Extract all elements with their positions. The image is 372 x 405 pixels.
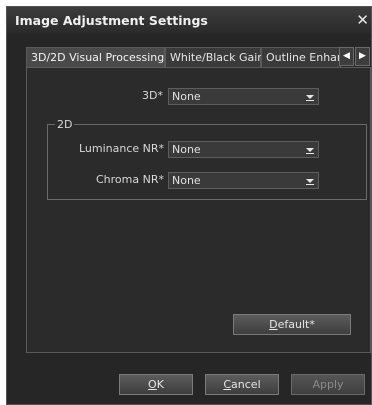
tab-label: White/Black Gain (170, 51, 265, 64)
luminance-nr-label: Luminance NR* (78, 142, 164, 155)
title-bar: Image Adjustment Settings ✕ (7, 7, 371, 34)
3d-select-value: None (172, 90, 201, 103)
chroma-nr-select[interactable]: None (168, 172, 319, 189)
apply-label: Apply (312, 378, 344, 391)
default-mnemonic: D (269, 318, 278, 331)
chroma-nr-label: Chroma NR* (96, 173, 164, 186)
tab-panel: 3D* None 2D Luminance NR* None Chroma NR… (26, 67, 371, 353)
ok-mnemonic: O (148, 378, 157, 391)
ok-button[interactable]: OK (119, 374, 193, 395)
tab-outline-enhance[interactable]: Outline Enhan (261, 47, 341, 67)
2d-group: 2D Luminance NR* None Chroma NR* None (47, 118, 367, 200)
chevron-down-icon (306, 95, 314, 99)
ok-label-rest: K (156, 378, 164, 391)
tab-scroll-right-icon[interactable]: ▶ (355, 47, 370, 66)
cancel-label-rest: ancel (231, 378, 261, 391)
luminance-nr-value: None (172, 143, 201, 156)
close-icon[interactable]: ✕ (356, 11, 369, 29)
chroma-nr-value: None (172, 174, 201, 187)
dialog-title: Image Adjustment Settings (15, 13, 208, 28)
chevron-down-icon (306, 148, 314, 152)
apply-button[interactable]: Apply (291, 374, 365, 395)
tab-strip: 3D/2D Visual Processing White/Black Gain… (26, 47, 371, 68)
cancel-mnemonic: C (223, 378, 232, 391)
image-adjustment-dialog: Image Adjustment Settings ✕ 3D/2D Visual… (6, 6, 372, 405)
2d-group-title: 2D (55, 118, 75, 131)
chevron-down-icon (306, 179, 314, 183)
tab-scroll-left-icon[interactable]: ◀ (339, 47, 354, 66)
cancel-button[interactable]: Cancel (205, 374, 279, 395)
tab-label: 3D/2D Visual Processing (31, 51, 165, 64)
3d-label: 3D* (142, 89, 163, 102)
luminance-nr-select[interactable]: None (168, 141, 319, 158)
tab-3d-2d-visual-processing[interactable]: 3D/2D Visual Processing (26, 47, 165, 68)
default-label-rest: efault* (277, 318, 315, 331)
3d-select[interactable]: None (168, 88, 319, 105)
default-button[interactable]: Default* (233, 314, 351, 335)
tab-label: Outline Enhan (266, 51, 341, 64)
tab-white-black-gain[interactable]: White/Black Gain (165, 47, 265, 67)
